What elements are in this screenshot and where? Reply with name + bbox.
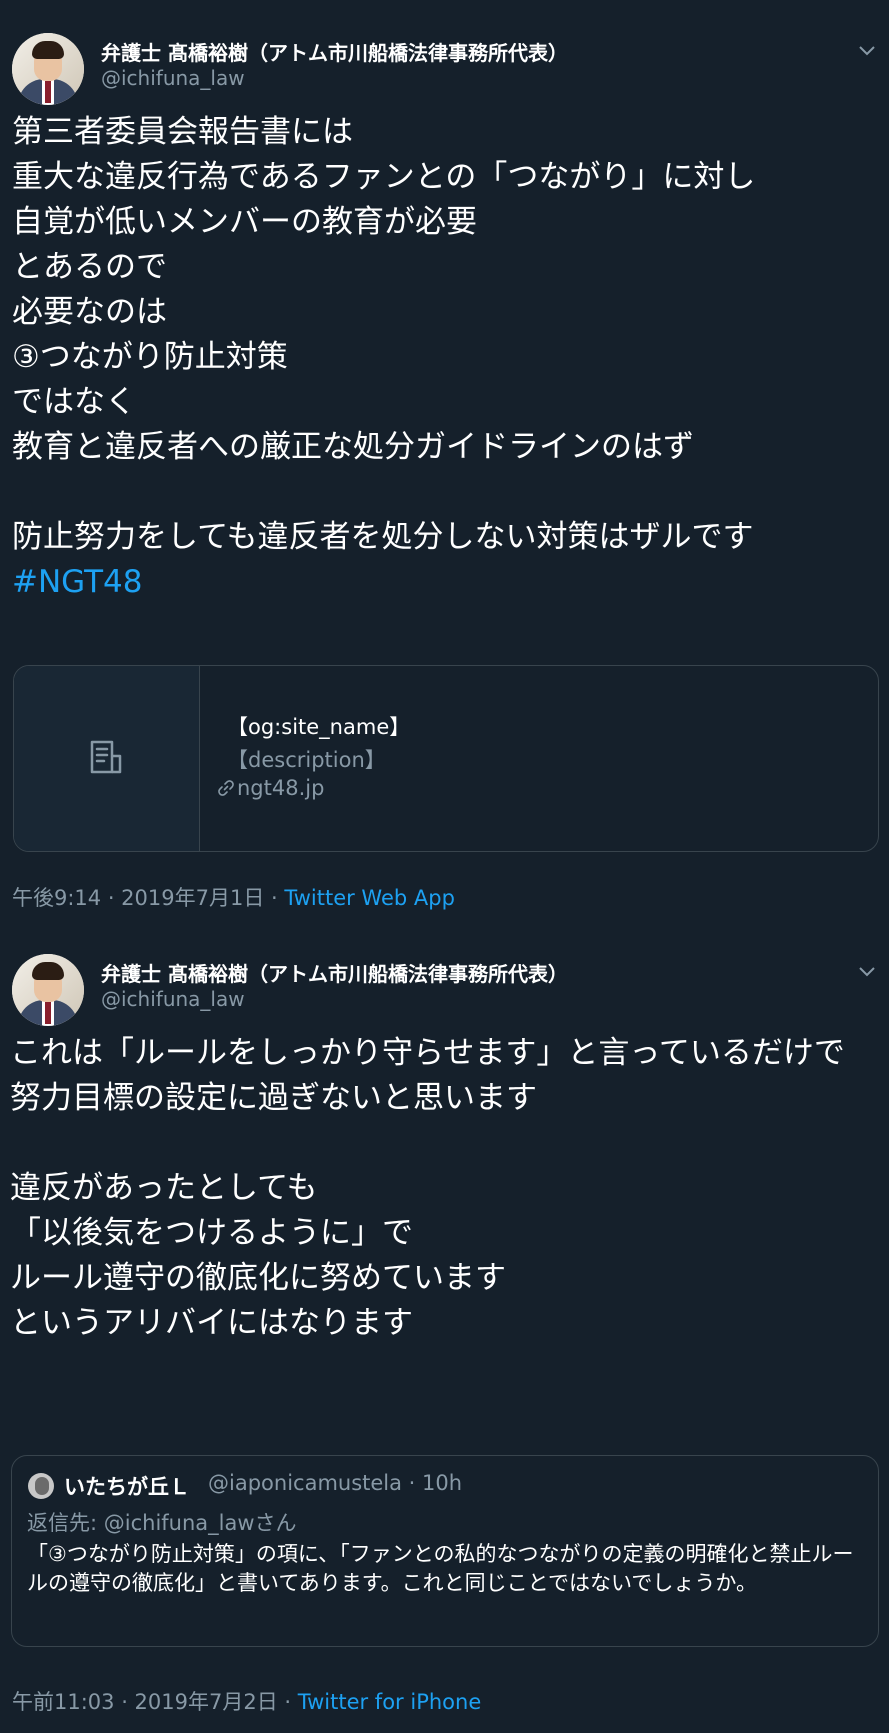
card-thumbnail [14, 666, 200, 851]
tweet-meta: 午前11:03 · 2019年7月2日 · Twitter for iPhone [12, 1686, 481, 1716]
avatar[interactable] [12, 954, 84, 1026]
avatar[interactable] [12, 33, 84, 105]
timeline: 弁護士 髙橋裕樹（アトム市川船橋法律事務所代表） @ichifuna_law 第… [0, 0, 889, 1733]
chevron-down-icon[interactable] [857, 961, 877, 981]
tweet-header: 弁護士 髙橋裕樹（アトム市川船橋法律事務所代表） @ichifuna_law [0, 30, 889, 110]
tweet-meta: 午後9:14 · 2019年7月1日 · Twitter Web App [12, 882, 455, 912]
document-icon [90, 740, 122, 774]
quoted-display-name: いたちが丘Ｌ [64, 1475, 190, 1499]
tweet-text: これは「ルールをしっかり守らせます」と言っているだけで 努力目標の設定に過ぎない… [10, 1035, 845, 1341]
display-name[interactable]: 弁護士 髙橋裕樹（アトム市川船橋法律事務所代表） [101, 37, 568, 66]
tweet-text-body: 第三者委員会報告書には 重大な違反行為であるファンとの「つながり」に対し 自覚が… [12, 114, 756, 555]
user-handle[interactable]: @ichifuna_law [101, 987, 245, 1011]
quoted-reply-to: 返信先: @ichifuna_lawさん [27, 1511, 297, 1535]
card-domain: ngt48.jp [217, 776, 324, 800]
timestamp[interactable]: 午前11:03 · 2019年7月2日 · [12, 1690, 298, 1714]
card-site-name: 【og:site_name】 [227, 715, 411, 739]
quoted-avatar [28, 1473, 54, 1499]
card-domain-text: ngt48.jp [237, 776, 325, 800]
chevron-down-icon[interactable] [857, 40, 877, 60]
timestamp[interactable]: 午後9:14 · 2019年7月1日 · [12, 886, 284, 910]
user-handle[interactable]: @ichifuna_law [101, 66, 245, 90]
source-link[interactable]: Twitter for iPhone [298, 1690, 482, 1714]
tweet[interactable]: 弁護士 髙橋裕樹（アトム市川船橋法律事務所代表） @ichifuna_law 第… [0, 30, 889, 910]
tweet-header: 弁護士 髙橋裕樹（アトム市川船橋法律事務所代表） @ichifuna_law [0, 951, 889, 1031]
card-description: 【description】 [227, 748, 386, 772]
quoted-handle-time: @iaponicamustela · 10h [208, 1471, 463, 1495]
hashtag-link[interactable]: #NGT48 [12, 564, 142, 600]
link-card[interactable]: 【og:site_name】 【description】 ngt48.jp [13, 665, 879, 852]
display-name[interactable]: 弁護士 髙橋裕樹（アトム市川船橋法律事務所代表） [101, 958, 568, 987]
quoted-text: 「③つながり防止対策」の項に、「ファンとの私的なつながりの定義の明確化と禁止ルー… [27, 1542, 854, 1595]
link-icon [218, 780, 234, 796]
source-link[interactable]: Twitter Web App [284, 886, 455, 910]
quoted-tweet[interactable]: いたちが丘Ｌ @iaponicamustela · 10h 返信先: @ichi… [11, 1455, 879, 1647]
tweet-text: 第三者委員会報告書には 重大な違反行為であるファンとの「つながり」に対し 自覚が… [0, 110, 889, 605]
tweet[interactable]: 弁護士 髙橋裕樹（アトム市川船橋法律事務所代表） @ichifuna_law こ… [0, 951, 889, 1714]
